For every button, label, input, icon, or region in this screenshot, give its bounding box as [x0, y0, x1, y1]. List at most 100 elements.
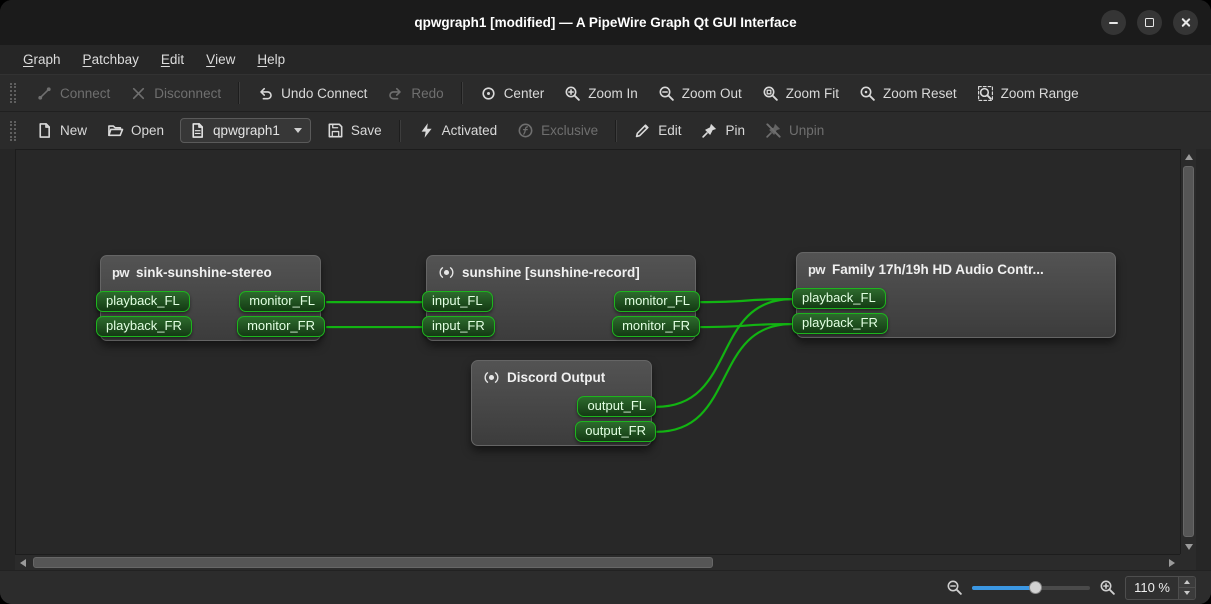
graph-node-sink[interactable]: pwsink-sunshine-stereoplayback_FLplaybac…: [100, 255, 321, 341]
port-sunshine-input_FL[interactable]: input_FL: [422, 291, 493, 312]
port-sink-playback_FR[interactable]: playback_FR: [96, 316, 192, 337]
arrow-right-icon: [1169, 559, 1175, 567]
port-discord-output_FR[interactable]: output_FR: [575, 421, 656, 442]
toolbar-button-label: Activated: [442, 123, 498, 138]
port-sunshine-monitor_FR[interactable]: monitor_FR: [612, 316, 700, 337]
horizontal-scroll-track[interactable]: [31, 555, 1164, 570]
minimize-button[interactable]: [1101, 10, 1126, 35]
horizontal-scrollbar[interactable]: [15, 554, 1180, 570]
toolbar-button-label: Edit: [658, 123, 681, 138]
toolbar-drag-handle[interactable]: [10, 83, 16, 103]
pipewire-icon: pw: [112, 264, 129, 281]
window-title: qpwgraph1 [modified] — A PipeWire Graph …: [414, 15, 796, 30]
horizontal-scroll-thumb[interactable]: [33, 557, 713, 568]
port-sink-monitor_FL[interactable]: monitor_FL: [239, 291, 325, 312]
edit-icon: [634, 122, 651, 139]
scroll-down-button[interactable]: [1181, 539, 1197, 554]
port-sink-playback_FL[interactable]: playback_FL: [96, 291, 190, 312]
toolbar-button-zoom-fit[interactable]: Zoom Fit: [752, 80, 849, 107]
graph-node-discord[interactable]: Discord Outputoutput_FLoutput_FR: [471, 360, 652, 446]
port-family-playback_FR[interactable]: playback_FR: [792, 313, 888, 334]
toolbar-button-undo-connect[interactable]: Undo Connect: [247, 80, 377, 107]
close-icon: [1180, 17, 1191, 28]
port-sink-monitor_FR[interactable]: monitor_FR: [237, 316, 325, 337]
spin-up-icon: [1184, 580, 1190, 584]
graph-node-family[interactable]: pwFamily 17h/19h HD Audio Contr...playba…: [796, 252, 1116, 338]
zoom-in-icon[interactable]: [1099, 579, 1116, 596]
save-icon: [327, 122, 344, 139]
close-button[interactable]: [1173, 10, 1198, 35]
zoom-out-icon[interactable]: [946, 579, 963, 596]
menu-patchbay[interactable]: Patchbay: [72, 45, 150, 74]
toolbar-button-save[interactable]: Save: [317, 117, 392, 144]
patchbay-selector[interactable]: qpwgraph1: [180, 118, 311, 143]
port-sunshine-input_FR[interactable]: input_FR: [422, 316, 495, 337]
statusbar: 110 %: [0, 570, 1211, 604]
scroll-right-button[interactable]: [1164, 555, 1180, 570]
menu-help[interactable]: Help: [246, 45, 296, 74]
vertical-scrollbar[interactable]: [1180, 149, 1196, 554]
zoom-spin-up-button[interactable]: [1179, 577, 1195, 588]
chevron-down-icon: [294, 128, 302, 133]
toolbar-button-unpin: Unpin: [755, 117, 834, 144]
toolbar-button-label: Unpin: [789, 123, 824, 138]
port-sunshine-monitor_FL[interactable]: monitor_FL: [614, 291, 700, 312]
scroll-left-button[interactable]: [15, 555, 31, 570]
toolbar-button-edit[interactable]: Edit: [624, 117, 691, 144]
toolbar-button-zoom-in[interactable]: Zoom In: [554, 80, 648, 107]
toolbar-button-label: Zoom Fit: [786, 86, 839, 101]
toolbar-button-zoom-range[interactable]: Zoom Range: [967, 80, 1089, 107]
zoom-range-icon: [977, 85, 994, 102]
menu-graph[interactable]: Graph: [12, 45, 72, 74]
toolbar-button-label: Open: [131, 123, 164, 138]
node-title: Discord Output: [507, 370, 605, 385]
toolbar-button-label: Zoom Reset: [883, 86, 957, 101]
connection-sunshine-family[interactable]: [700, 324, 792, 327]
toolbar-graph-items: Connect Disconnect Undo ConnectRedo Center Z…: [26, 80, 1089, 107]
vertical-scroll-track[interactable]: [1181, 164, 1196, 539]
port-discord-output_FL[interactable]: output_FL: [577, 396, 656, 417]
node-header: pwsink-sunshine-stereo: [101, 256, 320, 287]
toolbar-button-zoom-reset[interactable]: Zoom Reset: [849, 80, 967, 107]
toolbar-button-center[interactable]: Center: [470, 80, 555, 107]
toolbar-button-zoom-out[interactable]: Zoom Out: [648, 80, 752, 107]
zoom-slider-handle[interactable]: [1029, 581, 1042, 594]
node-title: sunshine [sunshine-record]: [462, 265, 640, 280]
vertical-scroll-thumb[interactable]: [1183, 166, 1194, 537]
toolbar-button-label: Center: [504, 86, 545, 101]
record-icon: [483, 369, 500, 386]
zoom-slider[interactable]: [972, 579, 1090, 597]
scrollbar-corner: [1180, 554, 1196, 570]
toolbar-button-disconnect: Disconnect: [120, 80, 231, 107]
zoom-spin-down-button[interactable]: [1179, 587, 1195, 599]
zoom-value[interactable]: 110 %: [1126, 580, 1178, 595]
menu-edit[interactable]: Edit: [150, 45, 195, 74]
arrow-up-icon: [1185, 154, 1193, 160]
toolbar-button-label: Zoom Out: [682, 86, 742, 101]
toolbar-separator: [399, 120, 401, 142]
toolbar-button-label: Zoom In: [588, 86, 638, 101]
connection-sunshine-family[interactable]: [700, 299, 792, 302]
open-folder-icon: [107, 122, 124, 139]
maximize-button[interactable]: [1137, 10, 1162, 35]
exclusive-icon: [517, 122, 534, 139]
toolbar-button-pin[interactable]: Pin: [691, 117, 755, 144]
toolbar-patchbay: NewOpenqpwgraph1SaveActivatedExclusiveEd…: [0, 111, 1211, 149]
graph-node-sunshine[interactable]: sunshine [sunshine-record]input_FLinput_…: [426, 255, 696, 341]
toolbar-button-redo: Redo: [377, 80, 453, 107]
scroll-up-button[interactable]: [1181, 149, 1197, 164]
zoom-in-icon: [564, 85, 581, 102]
toolbar-button-label: Connect: [60, 86, 110, 101]
toolbar-button-label: Zoom Range: [1001, 86, 1079, 101]
toolbar-drag-handle[interactable]: [10, 121, 16, 141]
menu-view[interactable]: View: [195, 45, 246, 74]
toolbar-button-connect: Connect: [26, 80, 120, 107]
toolbar-button-label: New: [60, 123, 87, 138]
toolbar-button-activated[interactable]: Activated: [408, 117, 508, 144]
titlebar[interactable]: qpwgraph1 [modified] — A PipeWire Graph …: [0, 0, 1211, 45]
port-family-playback_FL[interactable]: playback_FL: [792, 288, 886, 309]
toolbar-button-new[interactable]: New: [26, 117, 97, 144]
zoom-spinbox[interactable]: 110 %: [1125, 576, 1196, 600]
graph-canvas[interactable]: pwsink-sunshine-stereoplayback_FLplaybac…: [15, 149, 1180, 554]
toolbar-button-open[interactable]: Open: [97, 117, 174, 144]
